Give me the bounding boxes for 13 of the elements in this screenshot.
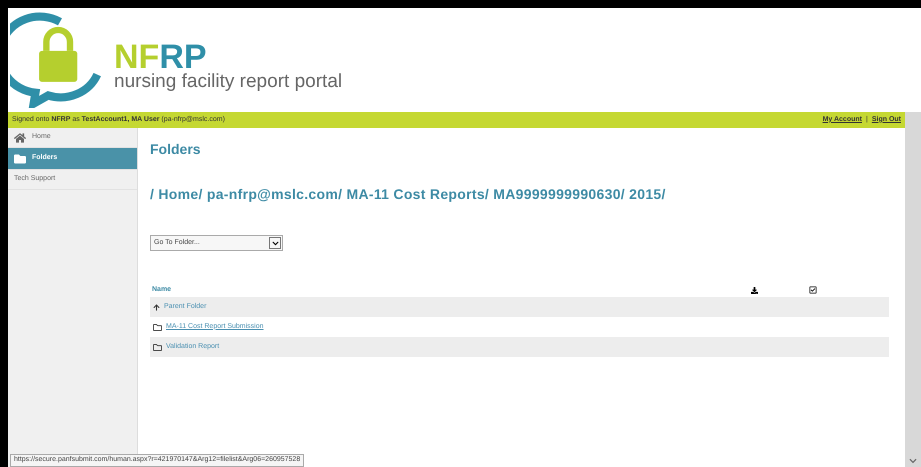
logo-title: NFRP bbox=[114, 42, 207, 72]
check-icon bbox=[809, 286, 817, 294]
breadcrumb: / Home/ pa-nfrp@mslc.com/ MA-11 Cost Reports/ MA9999999990630/ 2015/ bbox=[150, 185, 667, 204]
page-title: Folders bbox=[150, 140, 202, 159]
dropdown-icon bbox=[269, 237, 281, 249]
download-icon bbox=[751, 286, 758, 294]
folder-icon bbox=[153, 342, 162, 352]
scroll-down-icon[interactable] bbox=[909, 457, 917, 465]
folder-icon bbox=[153, 322, 162, 332]
folder-icon bbox=[14, 152, 26, 164]
home-icon bbox=[14, 132, 26, 144]
up-arrow-icon bbox=[153, 304, 160, 310]
logo-tagline: nursing facility report portal bbox=[114, 72, 342, 92]
